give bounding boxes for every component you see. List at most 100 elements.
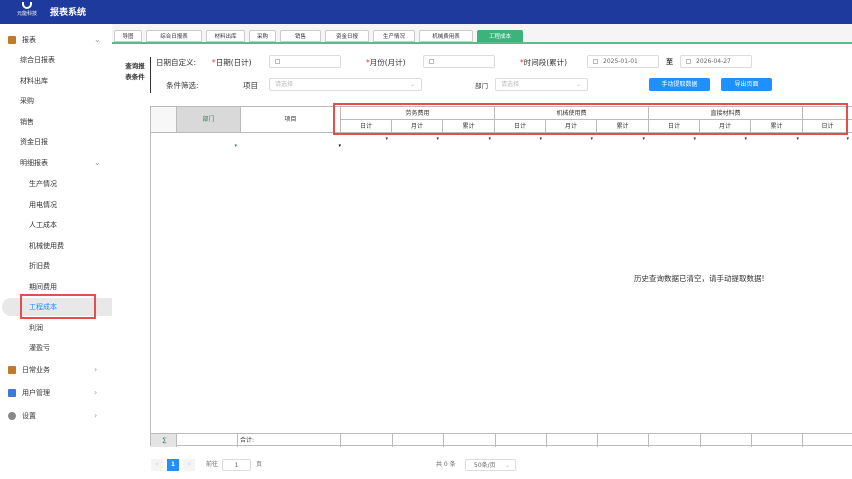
sidebar-subitem-label: 灌盈亏 (29, 344, 50, 352)
chart-menu[interactable]: 报表 ⌄ (0, 31, 112, 49)
chevron-right-icon: › (94, 365, 98, 374)
sidebar-subgroup[interactable]: 明细报表 ⌄ (0, 154, 112, 172)
goto-label: 前往 (206, 461, 219, 468)
sidebar-subitem-label: 期间费用 (29, 282, 57, 291)
prev-page-button[interactable]: ‹ (151, 459, 163, 471)
footer-cell (752, 433, 803, 447)
project-select[interactable]: 请选择 ⌄ (269, 78, 422, 91)
query-section-label: 查询报表条件 (125, 62, 145, 81)
sidebar-subitem-label: 人工成本 (29, 221, 57, 229)
tab[interactable]: 销售 (280, 30, 321, 42)
chart-icon (8, 36, 16, 44)
calendar-icon (593, 59, 598, 64)
chevron-right-icon: › (94, 411, 98, 420)
briefcase-menu[interactable]: 日常业务 › (0, 361, 112, 379)
sidebar-item[interactable]: 销售 (0, 113, 112, 131)
dept-label: 部门 (475, 82, 488, 90)
calendar-icon (275, 59, 280, 64)
footer-cell (341, 433, 393, 447)
user-menu[interactable]: 用户管理 › (0, 384, 112, 402)
footer-cell (496, 433, 547, 447)
total-label: 合计: (238, 433, 341, 447)
sidebar-item[interactable]: 综合日报表 (0, 51, 112, 69)
total-count: 共 0 条 (436, 461, 456, 468)
footer-cell (803, 433, 852, 447)
sidebar-subitem[interactable]: 利润 (0, 319, 112, 337)
chevron-down-icon: ⌄ (409, 81, 415, 88)
page-1-button[interactable]: 1 (167, 459, 179, 471)
footer-cell (649, 433, 701, 447)
sidebar-subitem[interactable]: 人工成本 (0, 216, 112, 234)
sidebar-subitem-label: 利润 (29, 323, 43, 332)
next-page-button[interactable]: › (183, 459, 195, 471)
tab[interactable]: 采购 (249, 30, 276, 42)
tab[interactable]: 资金日报 (325, 30, 369, 42)
gear-menu[interactable]: 设置 › (0, 407, 112, 425)
export-page-button[interactable]: 导出页面 (721, 78, 772, 91)
chevron-down-icon: ⌄ (94, 158, 101, 167)
sidebar-subitem-label: 用电情况 (29, 200, 57, 209)
to-label: 至 (666, 58, 673, 66)
sidebar-item-label: 采购 (20, 97, 34, 105)
sidebar-group-label: 设置 (22, 412, 36, 420)
highlight-box (20, 294, 96, 319)
chevron-down-icon: ⌄ (575, 81, 581, 88)
sidebar-item-label: 综合日报表 (20, 56, 55, 64)
start-date-picker[interactable]: 2025-01-01 (587, 55, 659, 68)
sidebar-subitem-label: 机械使用费 (29, 241, 64, 250)
empty-message: 历史查询数据已清空，请手动提取数据! (634, 274, 765, 283)
chevron-right-icon: › (94, 388, 98, 397)
end-date-picker[interactable]: 2026-04-27 (680, 55, 752, 68)
filter-label: 条件筛选: (166, 81, 199, 90)
goto-page-input[interactable]: 1 (222, 459, 251, 471)
sidebar-subitem[interactable]: 期间费用 (0, 278, 112, 296)
column-header-project[interactable]: 项目 ▾ (241, 107, 341, 149)
page-size-select[interactable]: 50条/页 ⌄ (465, 459, 516, 471)
footer-cell (444, 433, 496, 447)
gear-icon (8, 412, 16, 420)
sidebar-item-label: 销售 (20, 117, 34, 126)
select-all-cell[interactable] (151, 107, 177, 133)
project-label: 项目 (243, 81, 258, 90)
footer-cell (701, 433, 752, 447)
sidebar-item[interactable]: 材料出库 (0, 72, 112, 90)
tab-bar: 导图 综合日报表 材料出库 采购 销售 资金日报 生产情况 机械费用表 工程成本 (112, 24, 852, 44)
sidebar-subitem[interactable]: 生产情况 (0, 175, 112, 193)
sidebar-subitem[interactable]: 用电情况 (0, 196, 112, 214)
sidebar-subitem[interactable]: 灌盈亏 (0, 339, 112, 357)
sidebar-group-label: 报表 (22, 36, 36, 44)
tab[interactable]: 生产情况 (373, 30, 415, 42)
day-picker[interactable] (269, 55, 341, 68)
chevron-down-icon: ⌄ (94, 35, 101, 44)
highlight-box (333, 103, 848, 135)
logo: 元能科技 (14, 2, 40, 22)
sidebar: 报表 ⌄ 综合日报表材料出库采购销售资金日报明细报表 ⌄ 生产情况用电情况人工成本机械使… (0, 24, 112, 479)
sidebar-subitem[interactable]: 机械使用费 (0, 237, 112, 255)
period-label: *时间段(累计) (520, 58, 568, 67)
project-label: 项目 (284, 116, 297, 123)
month-picker[interactable] (423, 55, 495, 68)
sidebar-item-label: 资金日报 (20, 138, 48, 146)
sidebar-item[interactable]: 采购 (0, 92, 112, 110)
tab[interactable]: 导图 (114, 30, 142, 42)
dept-select[interactable]: 请选择 ⌄ (495, 78, 588, 91)
calendar-icon (686, 59, 691, 64)
sidebar-group-label: 日常业务 (22, 366, 50, 374)
sidebar-item-label: 材料出库 (20, 76, 48, 85)
app-title: 报表系统 (50, 8, 87, 18)
dept-label: 部门 (202, 116, 215, 123)
sidebar-item[interactable]: 资金日报 (0, 133, 112, 151)
column-header-dept[interactable]: 部门 ▾ (177, 107, 241, 149)
divider (150, 57, 151, 93)
app-header: 元能科技 报表系统 (0, 0, 852, 24)
briefcase-icon (8, 366, 16, 374)
tab[interactable]: 机械费用表 (419, 30, 473, 42)
tab[interactable]: 材料出库 (206, 30, 245, 42)
month-label: *月份(月计) (366, 58, 406, 67)
sum-icon: ∑ (151, 433, 177, 447)
sidebar-subitem[interactable]: 折旧费 (0, 257, 112, 275)
tab[interactable]: 工程成本 (477, 30, 523, 42)
tab[interactable]: 综合日报表 (146, 30, 202, 42)
fetch-data-button[interactable]: 手动提取数据 (649, 78, 710, 91)
page-unit-label: 页 (256, 461, 263, 468)
